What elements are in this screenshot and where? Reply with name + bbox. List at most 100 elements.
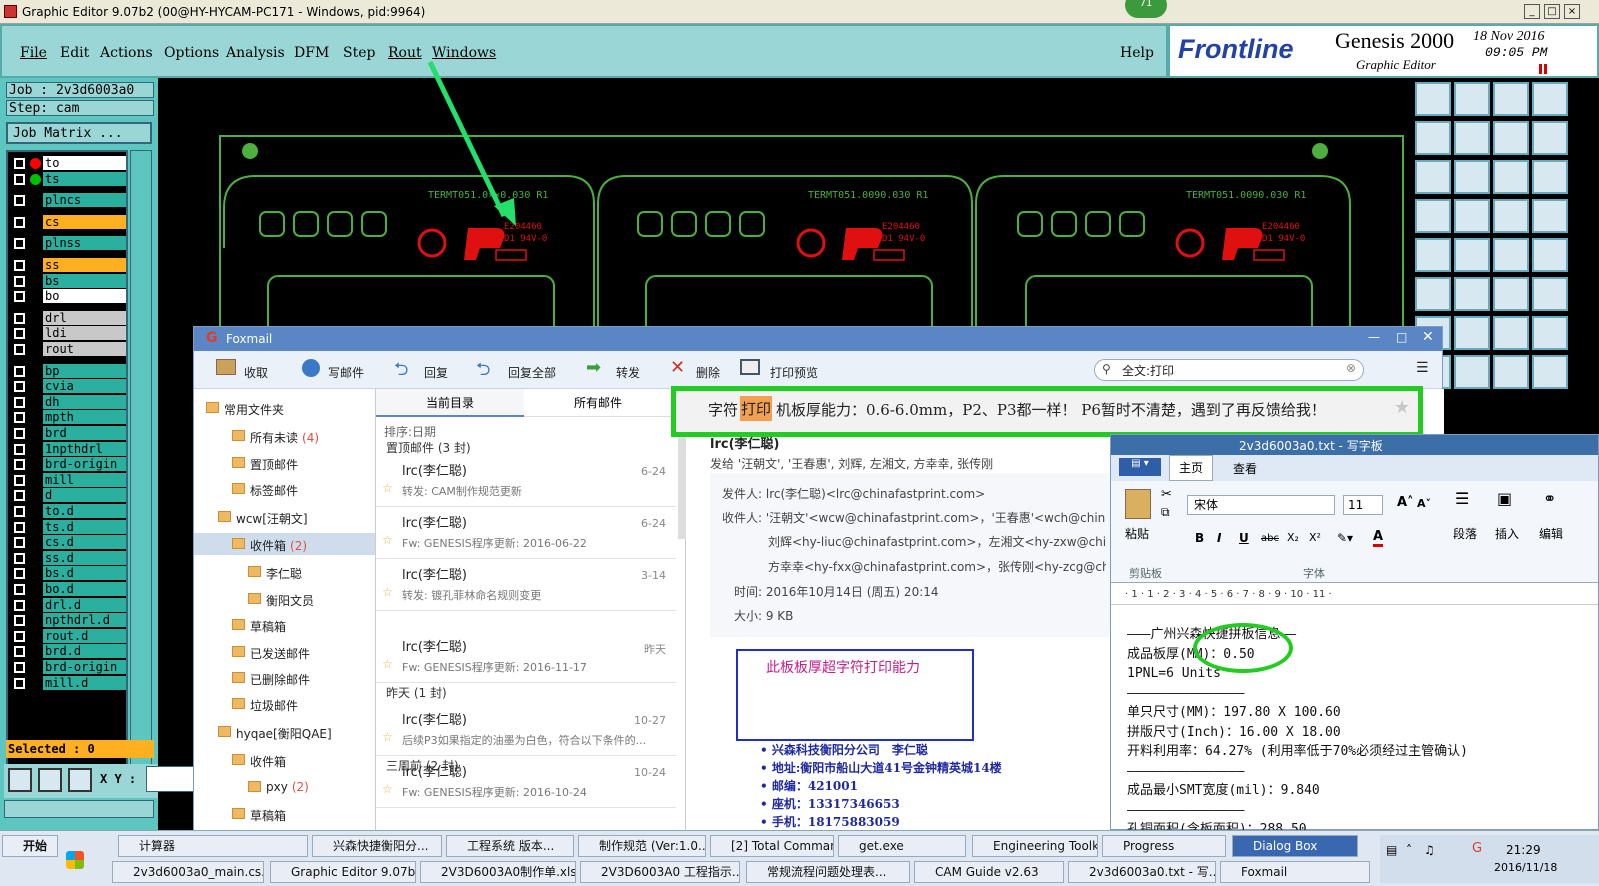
list-view-icon[interactable]: ☰ [1416, 360, 1429, 376]
zoom-tool-icon[interactable] [1532, 355, 1568, 389]
layer-row[interactable]: drl [10, 310, 126, 325]
import-tool-icon[interactable] [1415, 121, 1451, 155]
folder-item[interactable]: 常用文件夹 [224, 401, 284, 418]
layer-row[interactable]: to.d [10, 504, 126, 518]
layer-checkbox[interactable] [14, 428, 25, 439]
menu-options[interactable]: Options [164, 45, 219, 61]
paste-button[interactable]: 粘贴 [1125, 525, 1149, 542]
menu-actions[interactable]: Actions [100, 45, 153, 61]
scale-tool-icon[interactable] [1532, 121, 1568, 155]
layer-row[interactable]: mill.d [10, 675, 126, 690]
folder-item[interactable]: 草稿箱 [250, 618, 286, 635]
layer-checkbox[interactable] [14, 216, 25, 228]
layer-checkbox[interactable] [14, 312, 25, 324]
folder-item[interactable]: 已发送邮件 [250, 645, 310, 662]
export-tool-icon[interactable] [1454, 121, 1490, 155]
folder-item[interactable]: 所有未读 (4) [250, 429, 319, 446]
paragraph-group[interactable]: 段落 [1453, 525, 1477, 542]
help-tool-icon[interactable] [1532, 160, 1568, 194]
taskbar-item[interactable]: 常规流程问题处理表... [746, 861, 910, 883]
layer-checkbox[interactable] [14, 381, 25, 393]
layer-row[interactable]: plnss [10, 236, 126, 251]
superscript-button[interactable]: X² [1309, 531, 1321, 544]
copy-icon[interactable]: ⧉ [1161, 505, 1170, 520]
layer-row[interactable]: bo [10, 289, 126, 304]
foxmail-minimize-button[interactable]: — [1368, 330, 1380, 344]
layer-row[interactable]: brd-origin [10, 660, 126, 674]
subscript-button[interactable]: X₂ [1287, 531, 1299, 544]
layer-row[interactable]: npthdrl.d [10, 613, 126, 628]
layer-row[interactable]: brd-origin [10, 457, 126, 472]
home-tool-icon[interactable] [1415, 82, 1451, 116]
menu-rout[interactable]: Rout [388, 45, 422, 61]
layer-checkbox[interactable] [14, 195, 25, 207]
layer-row[interactable]: 1npthdrl [10, 441, 126, 456]
star-icon[interactable]: ☆ [382, 481, 393, 495]
fork-tool-icon[interactable] [1493, 316, 1529, 350]
folder-item[interactable]: 收件箱 [250, 753, 286, 770]
layer-row[interactable]: cs.d [10, 535, 126, 550]
taskbar-item[interactable]: CAM Guide v2.63 [914, 861, 1064, 883]
menu-dfm[interactable]: DFM [294, 45, 329, 61]
taskbar-item[interactable]: Graphic Editor 9.07b2 (0... [270, 861, 416, 883]
folder-item[interactable]: 标签邮件 [250, 482, 298, 499]
folder-item[interactable]: pxy (2) [266, 780, 309, 794]
taskbar-item[interactable]: 2V3D6003A0 工程指示... [580, 861, 740, 883]
tray-app-icon[interactable]: G [1472, 841, 1482, 856]
layer-row[interactable]: ts.d [10, 519, 126, 534]
shrink-font-icon[interactable]: A˅ [1417, 497, 1431, 510]
layer-checkbox[interactable] [14, 646, 25, 658]
mail-item[interactable]: lrc(李仁聪) 后续P3如果指定的油墨为白色，符合以下条件的... 10-27 ☆ [376, 704, 676, 756]
cross-tool-icon[interactable] [1454, 277, 1490, 311]
layer-row[interactable]: to [10, 156, 126, 170]
probe-tool-icon[interactable] [1454, 199, 1490, 233]
layer-checkbox[interactable] [14, 443, 25, 455]
star-icon[interactable]: ☆ [382, 657, 393, 671]
layer-row[interactable]: drl.d [10, 597, 126, 612]
layer-checkbox[interactable] [14, 412, 25, 424]
ratio-tool-icon[interactable] [1493, 160, 1529, 194]
frame-tool-icon[interactable] [1532, 82, 1568, 116]
layer-checkbox[interactable] [14, 537, 25, 549]
tab-view[interactable]: 查看 [1233, 460, 1257, 477]
minimize-button[interactable]: _ [1524, 4, 1540, 19]
undo-tool-icon[interactable] [1454, 316, 1490, 350]
layer-row[interactable]: mill [10, 472, 126, 487]
layer-checkbox[interactable] [14, 238, 25, 250]
close-button[interactable]: × [1564, 4, 1580, 19]
reply-all-button[interactable]: 回复全部 [508, 364, 556, 381]
layer-row[interactable]: bs [10, 273, 126, 288]
folder-item[interactable]: hyqae[衡阳QAE] [236, 725, 332, 742]
edit-group[interactable]: 编辑 [1539, 525, 1563, 542]
layer-checkbox[interactable] [14, 291, 25, 303]
star-icon[interactable]: ☆ [382, 533, 393, 547]
minus-tool-icon[interactable] [1532, 316, 1568, 350]
menu-file[interactable]: File [20, 45, 47, 61]
measure-tool-icon[interactable] [38, 768, 62, 792]
layer-checkbox[interactable] [14, 344, 25, 355]
grid-tool-icon[interactable] [1532, 199, 1568, 233]
line-tool-icon[interactable] [1493, 277, 1529, 311]
star-icon[interactable]: ☆ [382, 730, 393, 744]
layer-row[interactable]: brd [10, 426, 126, 440]
forward-button[interactable]: 转发 [616, 364, 640, 381]
underline-button[interactable]: U [1239, 531, 1249, 545]
folder-item[interactable]: 垃圾邮件 [250, 697, 298, 714]
layer-checkbox[interactable] [14, 677, 25, 689]
bold-button[interactable]: B [1195, 531, 1204, 545]
node-tool-icon[interactable] [1415, 277, 1451, 311]
layer-row[interactable]: cvia [10, 379, 126, 394]
wrench-tool-icon[interactable] [1415, 199, 1451, 233]
list-scrollbar[interactable] [678, 419, 686, 539]
mail-item[interactable]: lrc(李仁聪) Fw: GENESIS程序更新: 2016-10-24 10-24… [376, 756, 676, 808]
foxmail-close-button[interactable]: ✕ [1422, 329, 1434, 345]
menu-edit[interactable]: Edit [60, 45, 89, 61]
search-clear-icon[interactable]: ⊗ [1346, 361, 1356, 375]
delete-button[interactable]: 删除 [696, 364, 720, 381]
tray-network-icon[interactable]: ▤ [1386, 843, 1397, 857]
snap-tool-icon[interactable] [1454, 82, 1490, 116]
box-tool-icon[interactable] [1415, 238, 1451, 272]
font-color-icon[interactable]: A [1373, 529, 1384, 547]
insert-group[interactable]: 插入 [1495, 525, 1519, 542]
layer-row[interactable]: rout [10, 342, 126, 356]
